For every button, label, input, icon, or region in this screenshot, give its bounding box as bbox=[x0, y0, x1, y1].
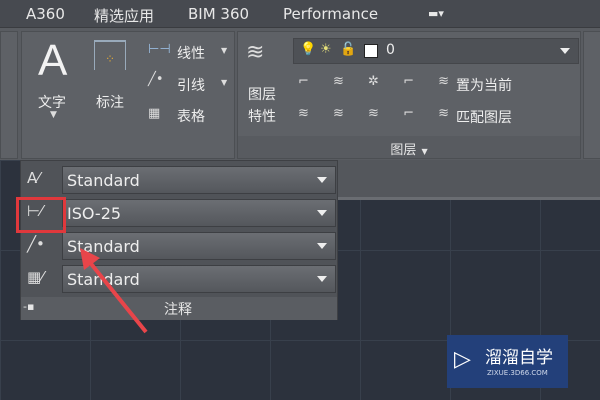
chevron-down-icon bbox=[317, 276, 327, 282]
match-layer-button[interactable]: 匹配图层 bbox=[456, 107, 512, 127]
style-row: ⊢⁄ ISO-25 bbox=[21, 196, 337, 229]
dimension-style-select[interactable]: ISO-25 bbox=[62, 199, 336, 227]
layer-dropdown[interactable]: 💡 ☀ 🔓 0 bbox=[293, 38, 579, 64]
more-tabs-icon[interactable]: ▬▾ bbox=[428, 7, 444, 20]
layer-properties-label-1[interactable]: 图层 bbox=[248, 84, 276, 104]
multileader-style-icon: ╱• bbox=[27, 235, 45, 253]
style-row: A⁄ Standard bbox=[21, 163, 337, 196]
layer-properties-label-2[interactable]: 特性 bbox=[248, 106, 276, 126]
watermark: ▷ 溜溜自学 ZIXUE.3D66.COM bbox=[447, 335, 568, 388]
chevron-down-icon bbox=[317, 210, 327, 216]
ribbon: A 文字 ▼ ⁘ 标注 ⊢⊣ 线性 ▼ ╱• 引线 ▼ ▦ 表格 ≋ 图层 特性… bbox=[0, 28, 600, 162]
annotation-dropdown-panel: A⁄ Standard ⊢⁄ ISO-25 ╱• Standard ▦⁄ Sta… bbox=[20, 160, 338, 320]
layer-tool-icons-row1[interactable]: ⌐ ≋ ✲ ⌐ ≋ bbox=[298, 74, 459, 89]
layer-tool-icons-row2[interactable]: ≋ ≋ ≋ ⌐ ≋ bbox=[298, 106, 459, 121]
current-layer-value: 0 bbox=[386, 42, 395, 58]
red-arrow-icon bbox=[80, 248, 148, 334]
layers-panel: ≋ 图层 特性 💡 ☀ 🔓 0 ⌐ ≋ ✲ ⌐ ≋ 置为当前 ≋ ≋ ≋ ⌐ ≋… bbox=[237, 31, 581, 159]
watermark-url: ZIXUE.3D66.COM bbox=[487, 369, 548, 377]
layers-panel-title[interactable]: 图层 ▼ bbox=[238, 136, 580, 158]
leader-button[interactable]: 引线 bbox=[177, 75, 205, 95]
style-row: ▦⁄ Standard bbox=[21, 262, 337, 295]
text-style-icon: A⁄ bbox=[27, 169, 40, 187]
next-panel-edge bbox=[583, 31, 600, 159]
annotation-footer-label: 注释 bbox=[164, 302, 192, 318]
chevron-down-icon bbox=[317, 243, 327, 249]
play-logo-icon: ▷ bbox=[454, 347, 471, 372]
chevron-down-icon[interactable]: ▼ bbox=[50, 110, 57, 120]
highlight-box bbox=[16, 197, 66, 233]
ribbon-tab-bar: A360 精选应用 BIM 360 Performance ▬▾ bbox=[0, 0, 600, 28]
tab-performance[interactable]: Performance bbox=[283, 5, 378, 23]
chevron-down-icon[interactable]: ▼ bbox=[221, 78, 227, 87]
tab-bim360[interactable]: BIM 360 bbox=[188, 5, 249, 23]
linear-button[interactable]: 线性 bbox=[177, 43, 205, 63]
make-current-button[interactable]: 置为当前 bbox=[456, 75, 512, 95]
file-tab-strip bbox=[337, 160, 600, 200]
text-icon[interactable]: A bbox=[38, 36, 67, 86]
dimension-icon[interactable]: ⁘ bbox=[94, 40, 126, 70]
annotation-panel: A 文字 ▼ ⁘ 标注 ⊢⊣ 线性 ▼ ╱• 引线 ▼ ▦ 表格 bbox=[21, 31, 235, 159]
watermark-name: 溜溜自学 bbox=[485, 348, 553, 368]
layers-panel-title-text: 图层 bbox=[390, 143, 417, 158]
chevron-down-icon: ▼ bbox=[421, 147, 428, 156]
tab-featured-apps[interactable]: 精选应用 bbox=[94, 5, 154, 26]
panel-edge bbox=[0, 31, 18, 159]
text-style-value: Standard bbox=[67, 171, 140, 190]
dimension-button[interactable]: 标注 bbox=[96, 92, 124, 112]
lightbulb-icon: 💡 bbox=[300, 42, 317, 57]
annotation-panel-footer[interactable]: -▪ 注释 bbox=[21, 297, 337, 320]
pin-icon[interactable]: -▪ bbox=[23, 300, 34, 313]
unlock-icon: 🔓 bbox=[340, 42, 357, 57]
dimension-style-value: ISO-25 bbox=[67, 204, 122, 223]
sun-icon: ☀ bbox=[320, 42, 332, 57]
linear-dimension-icon: ⊢⊣ bbox=[148, 42, 171, 57]
table-button[interactable]: 表格 bbox=[177, 106, 205, 126]
color-swatch bbox=[364, 44, 378, 58]
chevron-down-icon[interactable]: ▼ bbox=[221, 46, 227, 55]
style-row: ╱• Standard bbox=[21, 229, 337, 262]
text-button[interactable]: 文字 bbox=[38, 92, 66, 112]
chevron-down-icon bbox=[317, 177, 327, 183]
table-style-icon: ▦⁄ bbox=[27, 268, 44, 286]
tab-a360[interactable]: A360 bbox=[26, 5, 65, 23]
table-icon: ▦ bbox=[148, 106, 161, 121]
layer-properties-icon[interactable]: ≋ bbox=[246, 40, 264, 65]
text-style-select[interactable]: Standard bbox=[62, 166, 336, 194]
chevron-down-icon bbox=[560, 48, 570, 54]
leader-icon: ╱• bbox=[148, 72, 164, 87]
